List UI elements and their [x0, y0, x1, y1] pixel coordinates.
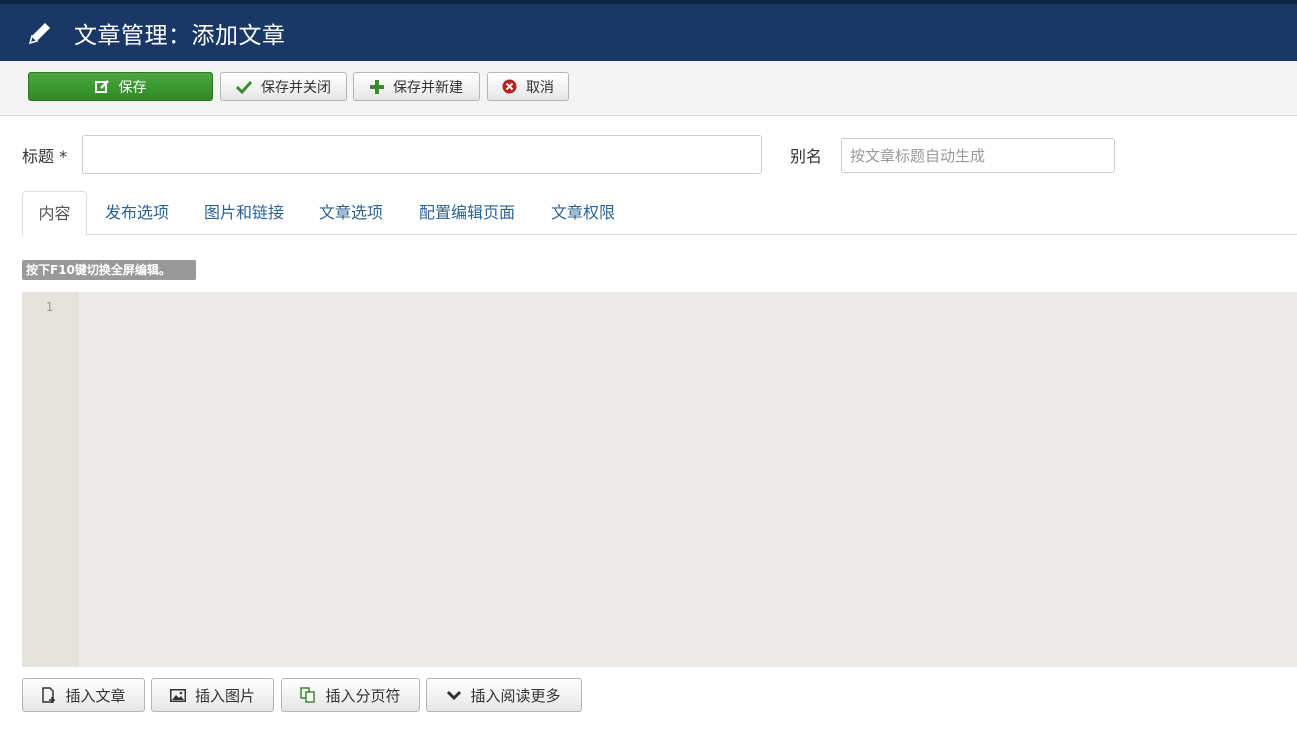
insert-pagebreak-button[interactable]: 插入分页符 — [281, 678, 420, 712]
tab-bar: 内容 发布选项 图片和链接 文章选项 配置编辑页面 文章权限 — [22, 191, 1297, 236]
save-close-label: 保存并关闭 — [261, 79, 331, 96]
tab-content[interactable]: 内容 — [22, 191, 87, 236]
tab-editor-config[interactable]: 配置编辑页面 — [419, 191, 515, 235]
toolbar: 保存 保存并关闭 保存并新建 取消 — [0, 61, 1297, 116]
save-close-button[interactable]: 保存并关闭 — [220, 72, 347, 101]
cancel-circle-icon — [502, 79, 517, 94]
insert-readmore-label: 插入阅读更多 — [470, 686, 561, 705]
save-button[interactable]: 保存 — [28, 72, 213, 101]
document-plus-icon — [42, 687, 56, 703]
pencil-icon — [28, 22, 50, 44]
page-header: 文章管理：添加文章 — [0, 0, 1297, 61]
editor-gutter: 1 — [22, 292, 78, 667]
plus-icon — [370, 79, 384, 94]
page-title: 文章管理：添加文章 — [74, 22, 286, 49]
save-new-button[interactable]: 保存并新建 — [353, 72, 480, 101]
insert-readmore-button[interactable]: 插入阅读更多 — [426, 678, 582, 712]
insert-article-button[interactable]: 插入文章 — [22, 678, 145, 712]
tab-permissions[interactable]: 文章权限 — [551, 191, 615, 235]
cancel-button[interactable]: 取消 — [487, 72, 569, 101]
tab-publishing[interactable]: 发布选项 — [105, 191, 169, 235]
chevron-down-icon — [447, 690, 462, 700]
checkmark-icon — [236, 80, 252, 94]
save-button-label: 保存 — [118, 79, 147, 96]
fullscreen-hint: 按下F10键切换全屏编辑。 — [22, 260, 196, 280]
save-new-label: 保存并新建 — [393, 79, 463, 96]
alias-label: 别名 — [790, 147, 823, 166]
code-editor[interactable]: 1 — [22, 292, 1297, 667]
title-label: 标题 * — [22, 147, 68, 166]
insert-image-button[interactable]: 插入图片 — [151, 678, 274, 712]
insert-pagebreak-label: 插入分页符 — [325, 686, 401, 705]
insert-image-label: 插入图片 — [194, 686, 255, 705]
editor-text-area[interactable] — [79, 292, 1297, 667]
tab-images-links[interactable]: 图片和链接 — [204, 191, 284, 235]
alias-input[interactable] — [841, 138, 1115, 173]
tab-article-options[interactable]: 文章选项 — [319, 191, 383, 235]
cancel-label: 取消 — [526, 79, 554, 96]
picture-icon — [169, 688, 186, 702]
line-number: 1 — [45, 300, 53, 314]
edit-icon — [94, 80, 109, 93]
title-input[interactable] — [82, 135, 762, 174]
insert-article-label: 插入文章 — [65, 686, 126, 705]
copy-pages-icon — [300, 687, 316, 703]
